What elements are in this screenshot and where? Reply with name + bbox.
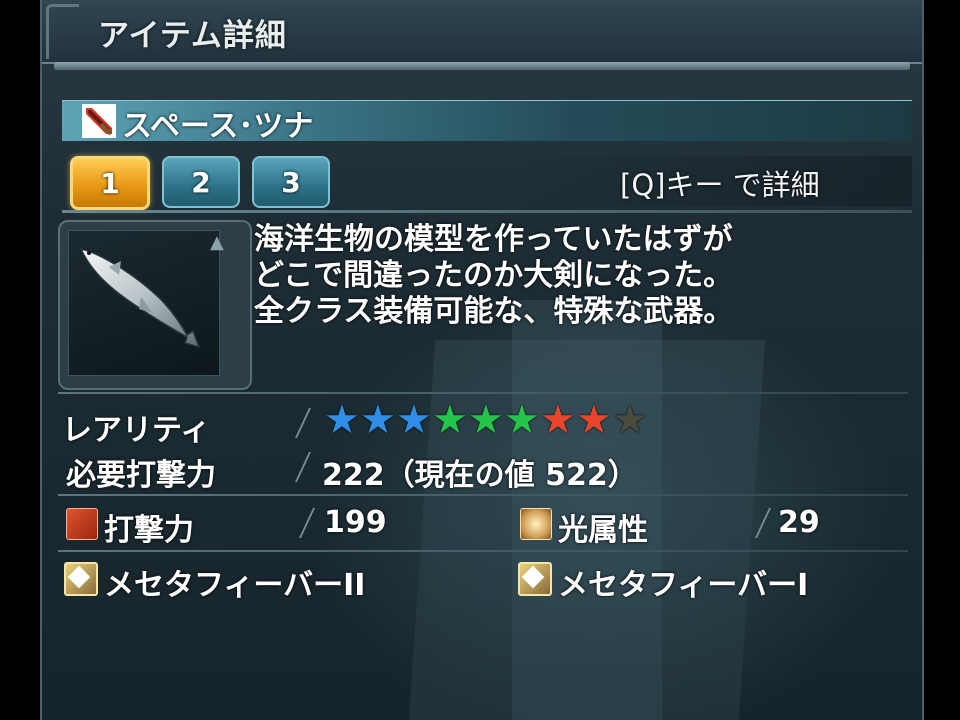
game-screen: アイテム詳細 スペース･ツナ 1 2 3 [Q]キー で詳細 ▲ 海洋生物の模型… — [0, 0, 960, 720]
light-element-icon — [520, 508, 552, 540]
description-line: 全クラス装備可能な、特殊な武器。 — [254, 294, 734, 329]
item-detail-panel: アイテム詳細 スペース･ツナ 1 2 3 [Q]キー で詳細 ▲ 海洋生物の模型… — [40, 0, 924, 720]
panel-header: アイテム詳細 — [42, 0, 922, 64]
required-attack-value: 222（現在の値 522） — [322, 458, 638, 493]
divider-slash — [295, 408, 311, 438]
attack-label: 打撃力 — [104, 513, 194, 548]
header-rail — [54, 62, 910, 70]
tab-3[interactable]: 3 — [252, 156, 330, 208]
rarity-star-filled-icon: ★ — [324, 397, 360, 443]
divider-slash — [299, 508, 315, 538]
divider — [58, 494, 908, 496]
rarity-star-filled-icon: ★ — [540, 397, 576, 443]
rarity-star-filled-icon: ★ — [576, 397, 612, 443]
affix-icon — [64, 562, 98, 596]
rarity-star-empty-icon: ★ — [612, 397, 648, 443]
attack-value: 199 — [324, 505, 387, 540]
item-description: 海洋生物の模型を作っていたはずが どこで間違ったのか大剣になった。 全クラス装備… — [254, 222, 904, 330]
item-thumbnail — [68, 230, 220, 376]
element-label: 光属性 — [558, 513, 648, 548]
tab-divider — [62, 210, 912, 213]
required-attack-label: 必要打撃力 — [66, 458, 216, 493]
rarity-star-filled-icon: ★ — [396, 397, 432, 443]
description-line: どこで間違ったのか大剣になった。 — [254, 258, 734, 293]
description-line: 海洋生物の模型を作っていたはずが — [254, 222, 733, 257]
panel-title: アイテム詳細 — [98, 18, 287, 54]
affix-icon-glyph — [67, 565, 91, 589]
item-name: スペース･ツナ — [122, 109, 314, 144]
rarity-stars: ★★★★★★★★★ — [324, 400, 648, 440]
rarity-label: レアリティ — [62, 413, 211, 448]
element-value: 29 — [778, 505, 820, 540]
rarity-star-filled-icon: ★ — [360, 397, 396, 443]
affix-1-label: メセタフィーバーII — [104, 568, 366, 603]
divider-slash — [755, 508, 771, 538]
detail-key-hint: [Q]キー で詳細 — [620, 168, 820, 202]
divider — [58, 392, 908, 394]
rarity-star-filled-icon: ★ — [504, 397, 540, 443]
tab-1[interactable]: 1 — [70, 156, 150, 210]
divider-slash — [295, 452, 311, 482]
tab-2[interactable]: 2 — [162, 156, 240, 208]
tuna-sword-image — [79, 247, 201, 349]
rarity-star-filled-icon: ★ — [468, 397, 504, 443]
divider — [58, 550, 908, 552]
header-decoration — [46, 4, 79, 59]
affix-icon — [518, 562, 552, 596]
affix-2-label: メセタフィーバーI — [558, 568, 809, 603]
sword-icon — [82, 104, 116, 138]
thumbnail-corner-icon: ▲ — [210, 232, 224, 253]
rarity-star-filled-icon: ★ — [432, 397, 468, 443]
affix-icon-glyph — [521, 565, 545, 589]
sword-attack-icon — [66, 508, 98, 540]
